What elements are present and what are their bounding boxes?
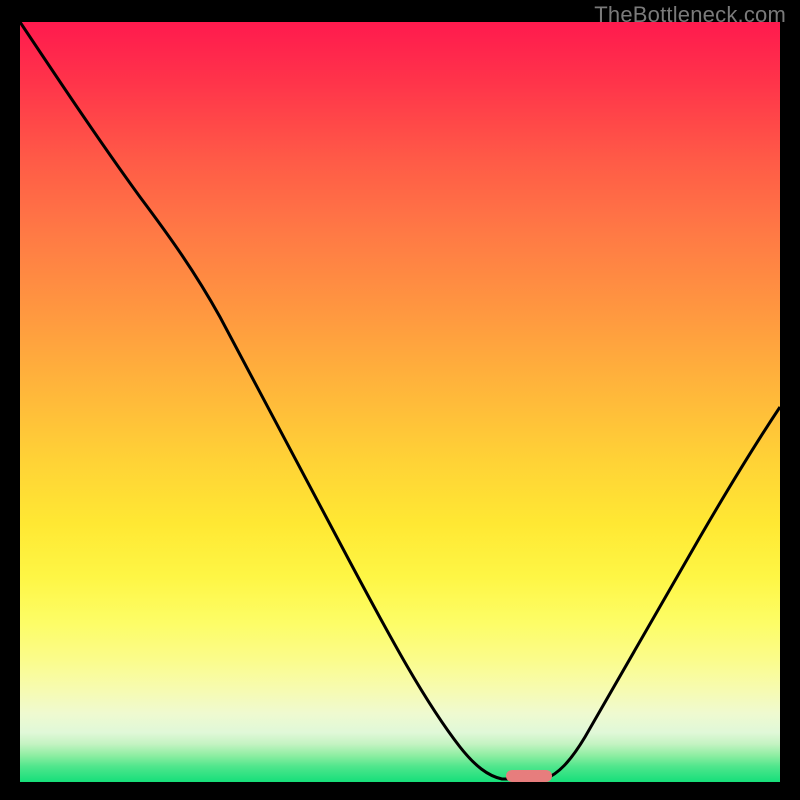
- chart-svg: [20, 22, 780, 782]
- bottleneck-curve: [20, 22, 780, 779]
- optimal-marker: [506, 770, 552, 782]
- watermark-text: TheBottleneck.com: [594, 2, 786, 28]
- plot-area: [20, 22, 780, 782]
- chart-frame: TheBottleneck.com: [0, 0, 800, 800]
